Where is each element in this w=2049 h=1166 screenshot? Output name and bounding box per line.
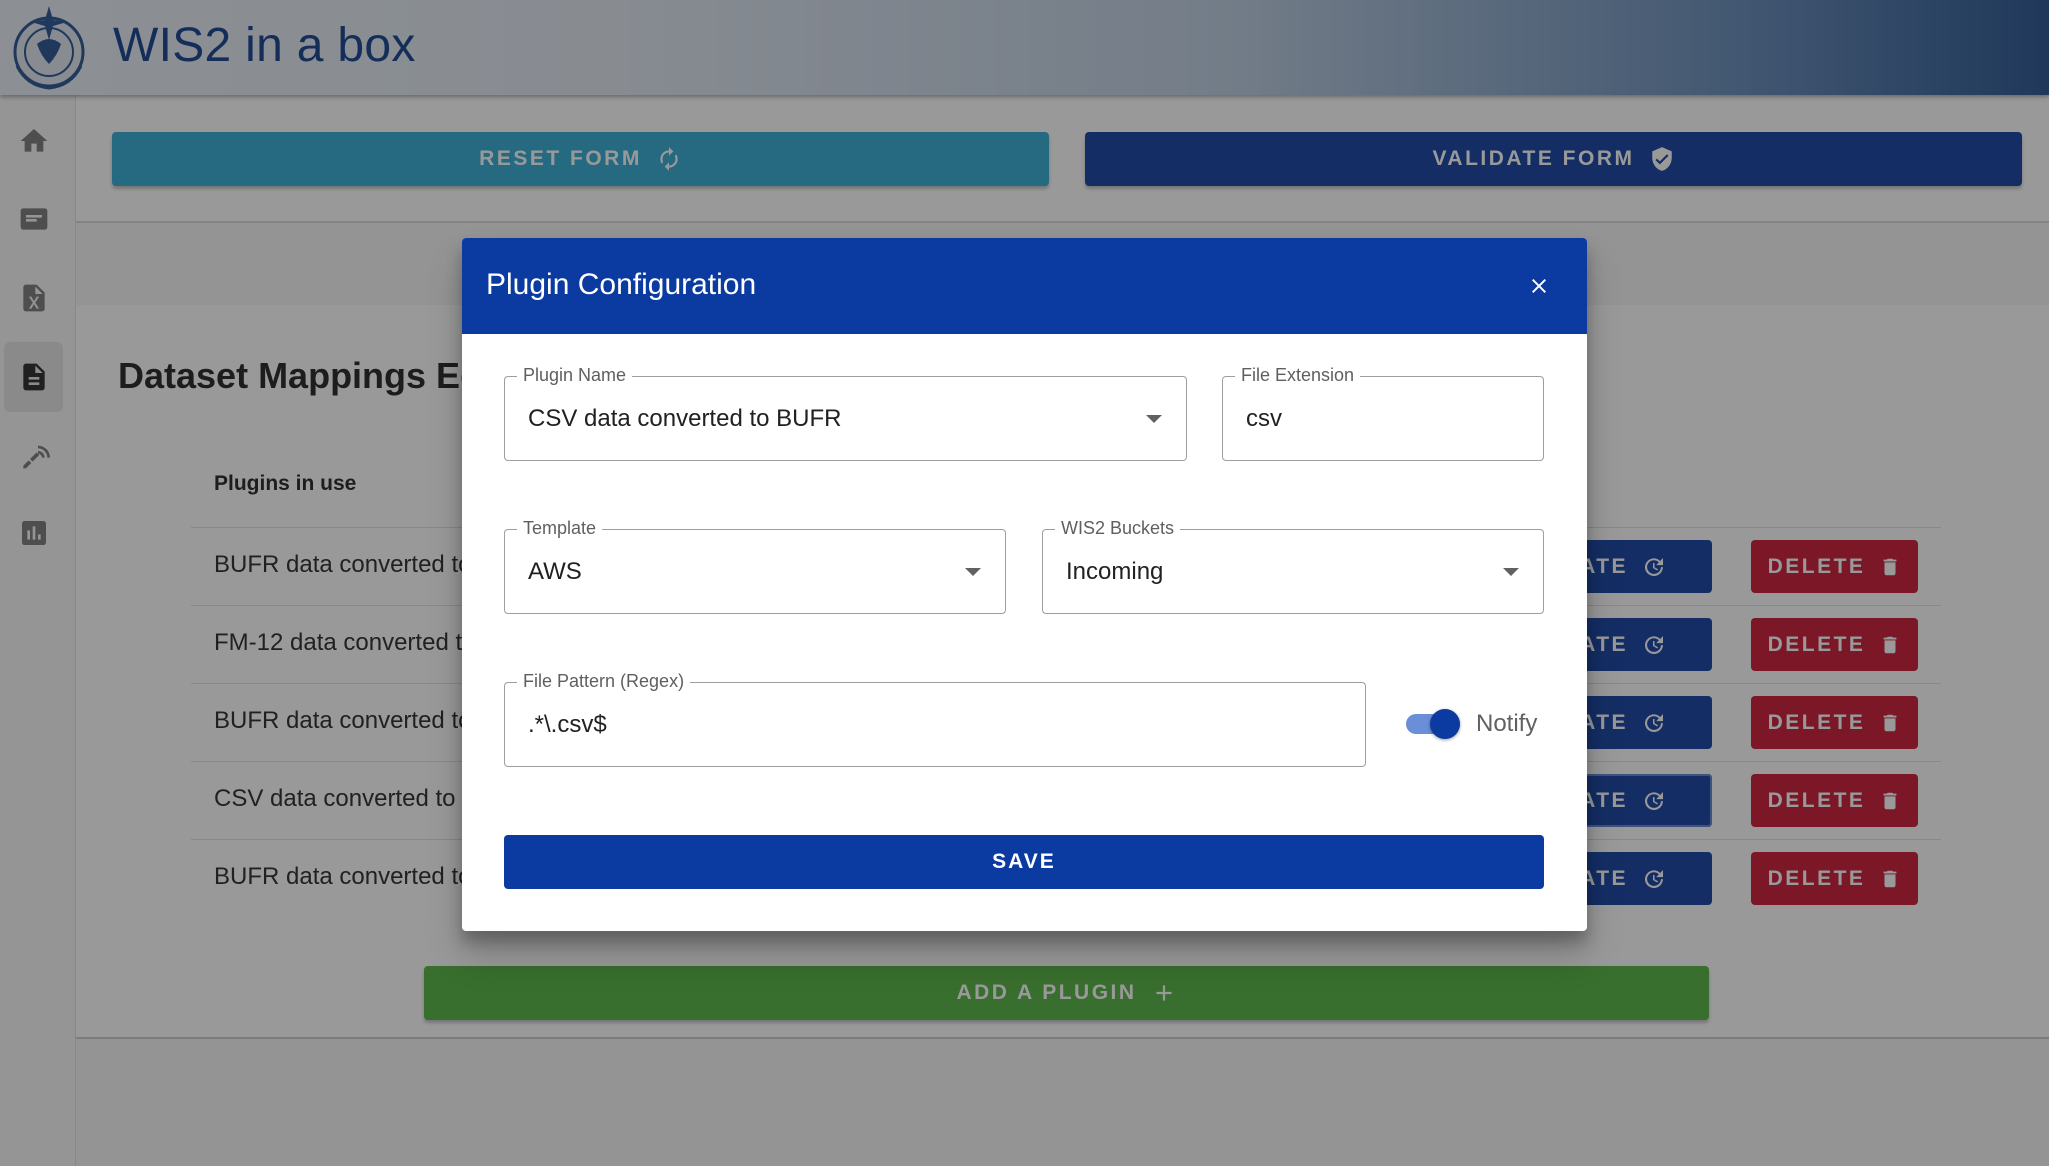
file-pattern-value: .*\.csv$ — [528, 711, 607, 738]
wis2-buckets-value: Incoming — [1066, 558, 1164, 585]
dropdown-arrow-icon — [965, 568, 981, 576]
notify-label: Notify — [1476, 710, 1538, 737]
dropdown-arrow-icon — [1146, 415, 1162, 423]
file-extension-value: csv — [1246, 405, 1282, 432]
file-extension-label: File Extension — [1235, 365, 1361, 386]
toggle-thumb — [1430, 709, 1460, 739]
notify-toggle[interactable] — [1404, 707, 1462, 741]
template-label: Template — [517, 518, 603, 539]
file-pattern-label: File Pattern (Regex) — [517, 671, 691, 692]
save-button[interactable]: SAVE — [504, 835, 1544, 889]
close-icon — [1532, 279, 1546, 293]
dialog-header: Plugin Configuration — [462, 238, 1587, 334]
file-pattern-field[interactable]: File Pattern (Regex) .*\.csv$ — [504, 671, 1366, 767]
plugin-name-select[interactable]: Plugin Name CSV data converted to BUFR — [504, 365, 1187, 461]
dropdown-arrow-icon — [1503, 568, 1519, 576]
wis2-buckets-select[interactable]: WIS2 Buckets Incoming — [1042, 518, 1544, 614]
template-value: AWS — [528, 558, 582, 585]
wis2-buckets-label: WIS2 Buckets — [1055, 518, 1181, 539]
file-extension-field[interactable]: File Extension csv — [1222, 365, 1544, 461]
plugin-name-label: Plugin Name — [517, 365, 633, 386]
template-select[interactable]: Template AWS — [504, 518, 1006, 614]
close-dialog-button[interactable] — [1523, 270, 1555, 302]
dialog-title: Plugin Configuration — [486, 268, 757, 301]
plugin-name-value: CSV data converted to BUFR — [528, 405, 842, 432]
plugin-configuration-dialog: Plugin Configuration Plugin Name CSV dat… — [462, 238, 1587, 931]
